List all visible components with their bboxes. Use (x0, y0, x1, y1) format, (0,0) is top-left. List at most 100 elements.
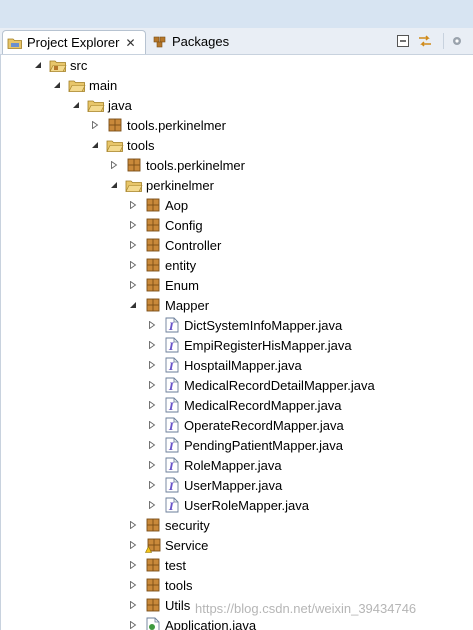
tab-packages[interactable]: Packages (148, 30, 238, 53)
tree-item-pendingpatientmapper-java[interactable]: I PendingPatientMapper.java (147, 435, 343, 455)
collapse-arrow-icon[interactable] (33, 60, 43, 70)
tree-item-application-java[interactable]: Application.java (128, 615, 256, 630)
svg-text:I: I (168, 402, 174, 413)
collapse-arrow-icon[interactable] (52, 80, 62, 90)
tree-item-perkinelmer[interactable]: perkinelmer (109, 175, 214, 195)
svg-text:I: I (168, 442, 174, 453)
expand-arrow-icon[interactable] (128, 520, 138, 530)
tree-item-userrolemapper-java[interactable]: I UserRoleMapper.java (147, 495, 309, 515)
collapse-arrow-icon[interactable] (128, 300, 138, 310)
tree-item-label: UserMapper.java (184, 477, 283, 493)
tree-item-medicalrecordmapper-java[interactable]: I MedicalRecordMapper.java (147, 395, 342, 415)
tree-item-controller[interactable]: Controller (128, 235, 221, 255)
tree-item-label: security (165, 517, 210, 533)
java-interface-icon: I (163, 457, 181, 473)
expand-arrow-icon[interactable] (128, 620, 138, 630)
tree-item-tools[interactable]: tools (90, 135, 154, 155)
tree-item-config[interactable]: Config (128, 215, 203, 235)
tree-item-medicalrecorddetailmapper-java[interactable]: I MedicalRecordDetailMapper.java (147, 375, 375, 395)
tree-item-label: Utils (165, 597, 191, 613)
tree-item-dictsysteminfomapper-java[interactable]: I DictSystemInfoMapper.java (147, 315, 342, 335)
expand-arrow-icon[interactable] (128, 240, 138, 250)
tree-item-tools-perkinelmer[interactable]: tools.perkinelmer (109, 155, 245, 175)
expand-arrow-icon[interactable] (128, 540, 138, 550)
view-menu-button[interactable] (448, 32, 466, 50)
tree-item-java[interactable]: java (71, 95, 132, 115)
expand-arrow-icon[interactable] (90, 120, 100, 130)
expand-arrow-icon[interactable] (147, 340, 157, 350)
expand-arrow-icon[interactable] (147, 460, 157, 470)
expand-arrow-icon[interactable] (128, 600, 138, 610)
expand-arrow-icon[interactable] (128, 220, 138, 230)
tree-item-usermapper-java[interactable]: I UserMapper.java (147, 475, 282, 495)
tree-item-label: Config (165, 217, 203, 233)
package-icon (144, 577, 162, 593)
tree-item-service[interactable]: Service (128, 535, 208, 555)
tree-item-label: main (89, 77, 118, 93)
svg-text:I: I (168, 362, 174, 373)
tree-item-hosptailmapper-java[interactable]: I HosptailMapper.java (147, 355, 302, 375)
collapse-arrow-icon[interactable] (71, 100, 81, 110)
java-interface-icon: I (163, 377, 181, 393)
expand-arrow-icon[interactable] (147, 440, 157, 450)
tree-item-security[interactable]: security (128, 515, 210, 535)
collapse-arrow-icon[interactable] (109, 180, 119, 190)
expand-arrow-icon[interactable] (128, 200, 138, 210)
java-interface-icon: I (163, 497, 181, 513)
package-icon (144, 297, 162, 313)
folder-icon (87, 97, 105, 113)
tree-item-test[interactable]: test (128, 555, 186, 575)
close-icon[interactable]: ✕ (125, 36, 135, 50)
tree-item-enum[interactable]: Enum (128, 275, 199, 295)
tree-item-aop[interactable]: Aop (128, 195, 188, 215)
tree-item-main[interactable]: main (52, 75, 117, 95)
svg-text:I: I (168, 382, 174, 393)
tree-item-label: Mapper (165, 297, 210, 313)
expand-arrow-icon[interactable] (147, 400, 157, 410)
tree-item-label: Service (165, 537, 209, 553)
java-interface-icon: I (163, 397, 181, 413)
expand-arrow-icon[interactable] (147, 320, 157, 330)
tree-item-label: Controller (165, 237, 222, 253)
tree-item-src[interactable]: src (33, 55, 87, 75)
svg-text:I: I (168, 502, 174, 513)
link-with-editor-icon (419, 35, 431, 47)
collapse-all-button[interactable] (394, 32, 412, 50)
expand-arrow-icon[interactable] (147, 420, 157, 430)
expand-arrow-icon[interactable] (147, 360, 157, 370)
expand-arrow-icon[interactable] (128, 580, 138, 590)
tree-item-empiregisterhismapper-java[interactable]: I EmpiRegisterHisMapper.java (147, 335, 352, 355)
expand-arrow-icon[interactable] (128, 280, 138, 290)
expand-arrow-icon[interactable] (109, 160, 119, 170)
tree-item-mapper[interactable]: Mapper (128, 295, 209, 315)
tree-item-label: Application.java (165, 617, 257, 630)
package-icon (106, 117, 124, 133)
expand-arrow-icon[interactable] (147, 480, 157, 490)
svg-text:I: I (168, 462, 174, 473)
package-icon (144, 257, 162, 273)
expand-arrow-icon[interactable] (128, 560, 138, 570)
tree-item-entity[interactable]: entity (128, 255, 196, 275)
expand-arrow-icon[interactable] (147, 380, 157, 390)
tab-project-explorer[interactable]: Project Explorer ✕ (2, 30, 146, 54)
package-icon (144, 557, 162, 573)
collapse-arrow-icon[interactable] (90, 140, 100, 150)
tab-project-explorer-label: Project Explorer (27, 35, 120, 50)
tree-item-label: java (108, 97, 132, 113)
expand-arrow-icon[interactable] (128, 260, 138, 270)
link-with-editor-button[interactable] (416, 32, 434, 50)
tree-item-label: entity (165, 257, 197, 273)
tree-item-tools-perkinelmer[interactable]: tools.perkinelmer (90, 115, 226, 135)
tree-item-tools[interactable]: tools (128, 575, 192, 595)
tree-item-label: MedicalRecordDetailMapper.java (184, 377, 375, 393)
tree-item-utils[interactable]: Utils (128, 595, 190, 615)
tree-item-label: tools.perkinelmer (127, 117, 226, 133)
expand-arrow-icon[interactable] (147, 500, 157, 510)
tree-item-rolemapper-java[interactable]: I RoleMapper.java (147, 455, 282, 475)
watermark-text: https://blog.csdn.net/weixin_39434746 (195, 601, 417, 616)
tree-item-operaterecordmapper-java[interactable]: I OperateRecordMapper.java (147, 415, 344, 435)
collapse-all-icon (397, 35, 409, 47)
svg-text:I: I (168, 422, 174, 433)
java-interface-icon: I (163, 417, 181, 433)
tree-item-label: Aop (165, 197, 189, 213)
